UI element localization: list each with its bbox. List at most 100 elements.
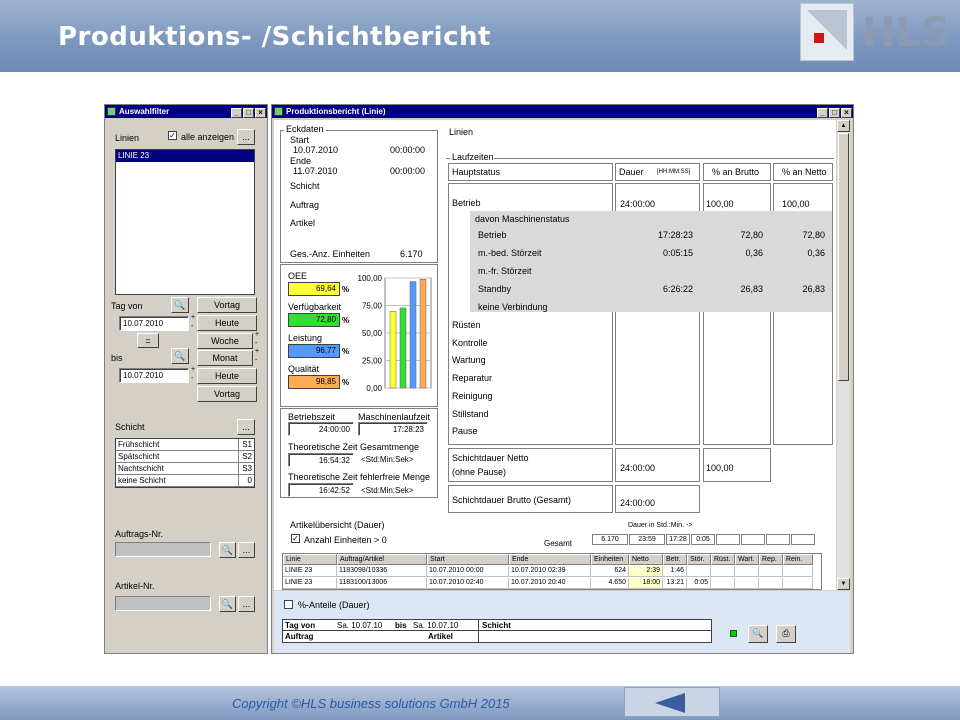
y-tick-label: 100,00 (358, 274, 383, 283)
order-search-button[interactable]: 🔍 (219, 542, 236, 558)
window-icon (274, 107, 283, 116)
article-table[interactable]: Linie Auftrag/Artikel Start Ende Einheiten Ne… (282, 553, 822, 590)
order-field[interactable] (115, 542, 211, 557)
article-search-button[interactable]: 🔍 (219, 596, 236, 612)
machine-status-band (470, 211, 832, 312)
search-from-button[interactable]: 🔍 (171, 297, 189, 313)
table-cell (759, 566, 783, 577)
monat-button[interactable]: Monat (197, 350, 253, 366)
close-icon[interactable]: × (841, 108, 852, 118)
table-cell: 18:00 (629, 578, 663, 589)
list-item[interactable]: Frühschicht S1 (116, 439, 254, 451)
article-field[interactable] (115, 596, 211, 611)
machine-status-row-brutto: 26,83 (740, 284, 763, 294)
woche-button[interactable]: Woche (197, 333, 253, 349)
report-content: Eckdaten Start 10.07.2010 00:00:00 Ende … (274, 120, 836, 590)
total-cell: 0:05 (691, 534, 715, 545)
vortag-button[interactable]: Vortag (197, 297, 257, 313)
lines-list[interactable]: LINIE 23 (115, 149, 255, 295)
column-header[interactable]: Einheiten (591, 554, 629, 565)
table-cell: 1:46 (663, 566, 687, 577)
vortag-to-button[interactable]: Vortag (197, 386, 257, 402)
article-overview-title: Artikelübersicht (Dauer) (290, 520, 385, 530)
order-more-button[interactable]: ... (238, 542, 255, 558)
vertical-scrollbar[interactable]: ▲ ▼ (837, 120, 850, 590)
scroll-up-icon[interactable]: ▲ (837, 120, 850, 132)
search-icon: 🔍 (221, 599, 234, 609)
machine-status-row-brutto: 72,80 (740, 230, 763, 240)
schichtdauer-netto-sub: (ohne Pause) (452, 467, 507, 477)
hls-logo-text: HLS (862, 10, 950, 56)
heute-button[interactable]: Heute (197, 315, 257, 331)
summary-artikel-label: Artikel (428, 632, 453, 641)
list-item[interactable]: LINIE 23 (116, 150, 254, 162)
shift-list[interactable]: Frühschicht S1 Spätschicht S2 Nachtschicht S3… (115, 438, 255, 488)
show-all-label: alle anzeigen (181, 132, 235, 142)
table-cell: 1183098/10336 (337, 566, 427, 577)
back-button[interactable] (624, 687, 720, 717)
minimize-icon[interactable]: _ (817, 108, 828, 118)
column-header[interactable]: Stör. (687, 554, 711, 565)
maximize-icon[interactable]: □ (829, 108, 840, 118)
table-cell: LINIE 23 (283, 566, 337, 577)
column-header[interactable]: Linie (283, 554, 337, 565)
lines-label: Linien (115, 133, 140, 143)
machine-status-row-label: m.-fr. Störzeit (478, 266, 532, 276)
machine-status-row-label: m.-bed. Störzeit (478, 248, 542, 258)
column-header[interactable]: Rüst. (711, 554, 735, 565)
machine-status-row-dauer: 17:28:23 (657, 230, 693, 240)
column-header[interactable]: Netto (629, 554, 663, 565)
maximize-icon[interactable]: □ (243, 108, 254, 118)
list-item[interactable]: keine Schicht 0 (116, 475, 254, 487)
woche-plus[interactable]: + (255, 331, 259, 338)
shift-code: 0 (238, 475, 254, 486)
bis-label: bis (111, 353, 123, 363)
column-header[interactable]: Rep. (759, 554, 783, 565)
table-cell: 10.07.2010 00:00 (427, 566, 509, 577)
print-button[interactable]: ⎙ (776, 625, 796, 643)
close-icon[interactable]: × (255, 108, 266, 118)
print-preview-icon: 🔍 (752, 628, 764, 638)
report-window: Produktionsbericht (Linie) _ □ × Eckdaten … (271, 104, 854, 654)
shift-code: S2 (238, 451, 254, 462)
date-from-minus[interactable]: - (191, 323, 193, 330)
percent-checkbox[interactable] (284, 600, 293, 609)
monat-minus[interactable]: - (255, 357, 257, 364)
monat-plus[interactable]: + (255, 348, 259, 355)
date-to-minus[interactable]: - (191, 375, 193, 382)
column-header[interactable]: Betr. (663, 554, 687, 565)
shift-more-button[interactable]: ... (237, 419, 255, 435)
lines-more-button[interactable]: ... (237, 129, 255, 145)
column-header[interactable]: Ende (509, 554, 591, 565)
article-more-button[interactable]: ... (238, 596, 255, 612)
column-header[interactable]: Auftrag/Artikel (337, 554, 427, 565)
total-cell: 17:28 (666, 534, 690, 545)
date-from-field[interactable]: 10.07.2010 (119, 316, 189, 331)
equals-button[interactable]: = (137, 333, 159, 348)
minimize-icon[interactable]: _ (231, 108, 242, 118)
list-item[interactable]: Nachtschicht S3 (116, 463, 254, 475)
machine-status-row-netto: 0,36 (807, 248, 825, 258)
machine-status-row-dauer: 0:05:15 (662, 248, 693, 258)
total-cell (791, 534, 815, 545)
scroll-thumb[interactable] (838, 133, 849, 381)
list-item[interactable]: Spätschicht S2 (116, 451, 254, 463)
units-filter-checkbox[interactable]: ✓ (291, 534, 300, 543)
column-header[interactable]: Wart. (735, 554, 759, 565)
maschinenlaufzeit-field: 17:28:23 (358, 422, 428, 436)
y-tick-label: 25,00 (362, 357, 383, 366)
kpi-value: 96,77 (288, 344, 340, 358)
search-icon: 🔍 (174, 300, 186, 310)
brutto-label: % an Brutto (712, 167, 760, 177)
search-to-button[interactable]: 🔍 (171, 348, 189, 364)
column-header[interactable]: Start (427, 554, 509, 565)
preview-button[interactable]: 🔍 (748, 625, 768, 643)
date-from-plus[interactable]: + (191, 314, 195, 321)
date-to-field[interactable]: 10.07.2010 (119, 368, 189, 383)
heute-to-button[interactable]: Heute (197, 368, 257, 384)
woche-minus[interactable]: - (255, 340, 257, 347)
column-header[interactable]: Rein. (783, 554, 813, 565)
date-to-plus[interactable]: + (191, 366, 195, 373)
scroll-down-icon[interactable]: ▼ (837, 578, 850, 590)
show-all-checkbox[interactable]: ✓ (168, 131, 177, 140)
